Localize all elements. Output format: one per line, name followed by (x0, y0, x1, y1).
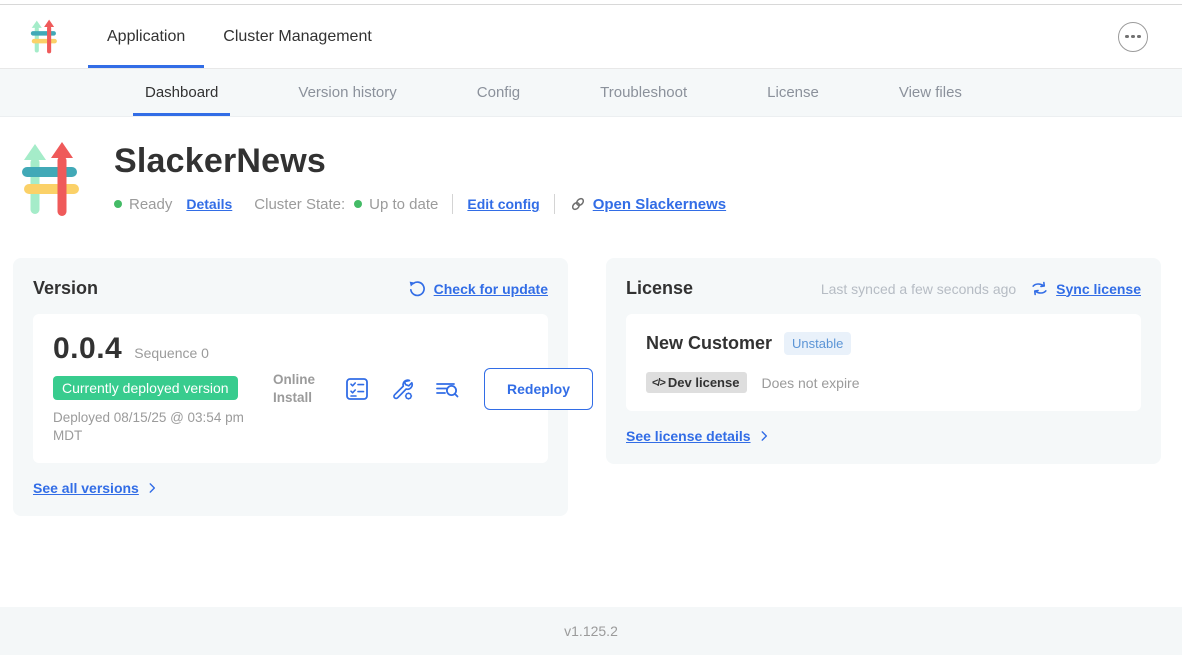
details-link[interactable]: Details (186, 196, 232, 212)
page-title: SlackerNews (114, 142, 726, 181)
main-content: SlackerNews Ready Details Cluster State:… (0, 117, 1182, 607)
app-status-dot (114, 200, 122, 208)
tab-license[interactable]: License (755, 69, 831, 116)
config-wrench-icon[interactable] (389, 376, 415, 402)
license-details-panel: New Customer Unstable </> Dev license Do… (626, 314, 1141, 411)
version-card: Version Check for update 0.0.4 Sequence … (13, 258, 568, 516)
tab-application-label: Application (107, 28, 185, 46)
sync-license-link[interactable]: Sync license (1056, 281, 1141, 297)
chevron-right-icon (757, 429, 771, 443)
overflow-menu-button[interactable] (1118, 22, 1148, 52)
tab-cluster-management-label: Cluster Management (223, 28, 372, 46)
see-license-details-link[interactable]: See license details (626, 428, 751, 444)
tab-troubleshoot[interactable]: Troubleshoot (588, 69, 699, 116)
tab-view-files[interactable]: View files (887, 69, 974, 116)
app-logo-large (22, 134, 84, 226)
install-type-label: Online Install (273, 371, 325, 406)
view-logs-icon[interactable] (434, 376, 460, 402)
tab-config[interactable]: Config (465, 69, 532, 116)
tab-cluster-management[interactable]: Cluster Management (204, 5, 391, 68)
version-card-title: Version (33, 278, 98, 299)
app-sub-nav: Dashboard Version history Config Trouble… (0, 69, 1182, 117)
cluster-state-label: Cluster State: (254, 196, 345, 213)
chevron-right-icon (145, 481, 159, 495)
version-number: 0.0.4 (53, 332, 122, 366)
code-icon: </> (652, 377, 665, 389)
license-card-title: License (626, 278, 693, 299)
last-synced-text: Last synced a few seconds ago (821, 281, 1016, 297)
app-status-row: Ready Details Cluster State: Up to date … (114, 194, 726, 214)
chain-link-icon (569, 195, 587, 213)
open-app-link[interactable]: Open Slackernews (593, 196, 726, 213)
sequence-label: Sequence 0 (134, 345, 209, 361)
check-for-update-link[interactable]: Check for update (434, 281, 548, 297)
top-nav: Application Cluster Management (0, 5, 1182, 69)
customer-name: New Customer (646, 333, 772, 354)
edit-config-link[interactable]: Edit config (467, 196, 539, 212)
ellipsis-icon (1125, 35, 1129, 39)
cluster-state-text: Up to date (369, 196, 438, 213)
cluster-status-dot (354, 200, 362, 208)
tab-application[interactable]: Application (88, 5, 204, 68)
app-state-text: Ready (129, 196, 172, 213)
channel-badge: Unstable (784, 332, 851, 355)
arrows-logo-icon (28, 16, 62, 58)
see-all-versions-link[interactable]: See all versions (33, 480, 139, 496)
license-card: License Last synced a few seconds ago Sy… (606, 258, 1161, 464)
divider (554, 194, 555, 214)
preflight-checks-icon[interactable] (344, 376, 370, 402)
redeploy-button[interactable]: Redeploy (484, 368, 593, 410)
license-type-badge: </> Dev license (646, 372, 747, 393)
current-version-panel: 0.0.4 Sequence 0 Currently deployed vers… (33, 314, 548, 463)
console-version: v1.125.2 (564, 623, 618, 639)
deployed-badge: Currently deployed version (53, 376, 238, 400)
divider (452, 194, 453, 214)
app-footer: v1.125.2 (0, 607, 1182, 655)
top-nav-tabs: Application Cluster Management (88, 5, 391, 68)
sync-icon (1030, 279, 1049, 298)
app-logo-small (0, 5, 88, 68)
tab-version-history[interactable]: Version history (286, 69, 408, 116)
tab-dashboard[interactable]: Dashboard (133, 69, 230, 116)
deployed-timestamp: Deployed 08/15/25 @ 03:54 pm MDT (53, 409, 271, 445)
expiry-text: Does not expire (761, 375, 859, 391)
app-hero: SlackerNews Ready Details Cluster State:… (0, 134, 1182, 226)
refresh-icon (407, 279, 427, 299)
